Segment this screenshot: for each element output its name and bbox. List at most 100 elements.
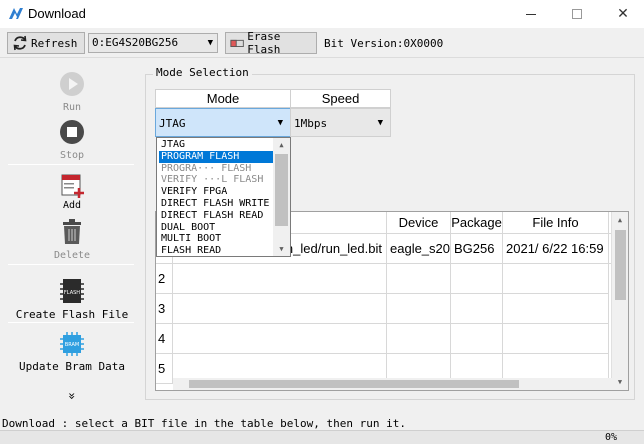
add-label: Add [62,200,82,211]
title-bar: Download ✕ [0,0,644,28]
left-action-panel: Run Stop Add Delete FLASH Create Flash F… [0,59,144,409]
delete-label: Delete [53,250,91,261]
delete-button[interactable]: Delete [0,219,144,261]
stop-icon [60,120,84,144]
trash-icon [63,219,81,244]
table-empty-cell[interactable] [173,294,387,324]
dropdown-option[interactable]: DUAL BOOT [159,222,274,234]
bram-chip-icon: BRAM [60,332,84,356]
table-row-package-cell[interactable]: BG256 [451,234,503,264]
mode-speed-table: Mode Speed JTAG ▼ 1Mbps ▼ [155,89,391,137]
chevron-down-icon: ▼ [277,118,283,128]
chevron-down-icon: ▼ [207,38,213,48]
table-empty-cell[interactable] [503,264,609,294]
update-bram-data-button[interactable]: BRAM Update Bram Data [0,331,144,373]
table-empty-cell[interactable] [503,324,609,354]
add-file-icon [61,174,84,198]
scroll-down-icon[interactable]: ▼ [612,374,628,390]
minimize-icon [526,13,536,15]
chevron-down-icon: ▼ [377,118,383,128]
dropdown-option[interactable]: PROGRAM FLASH [159,150,274,163]
erase-flash-label: Erase Flash [247,30,281,56]
dropdown-option[interactable]: VERIFY FPGA [159,186,274,198]
mode-column-header: Mode [155,89,291,108]
table-empty-cell[interactable] [173,264,387,294]
flash-chip-icon: FLASH [60,279,84,303]
play-icon [60,72,84,96]
device-select-value: 0:EG4S20BG256 [92,36,179,49]
table-empty-cell[interactable] [387,264,451,294]
divider [8,164,134,165]
table-empty-cell[interactable] [387,294,451,324]
update-bram-data-label: Update Bram Data [19,360,125,373]
add-button[interactable]: Add [0,171,144,211]
toolbar: Refresh 0:EG4S20BG256 ▼ Erase Flash Bit … [0,28,644,58]
run-button[interactable]: Run [0,71,144,113]
stop-label: Stop [59,150,85,161]
close-icon: ✕ [617,6,629,22]
divider [8,322,134,323]
create-flash-file-label: Create Flash File [15,308,129,321]
refresh-label: Refresh [31,36,78,50]
row-number: 4 [156,324,173,354]
table-empty-cell[interactable] [451,264,503,294]
status-message: Download : select a BIT file in the tabl… [2,417,406,430]
close-button[interactable]: ✕ [600,0,644,28]
maximize-button[interactable] [554,0,600,28]
row-number: 3 [156,294,173,324]
table-row-info-cell[interactable]: 2021/ 6/22 16:59 [503,234,609,264]
table-horizontal-scrollbar[interactable] [173,378,613,390]
scroll-up-icon[interactable]: ▲ [273,138,290,152]
run-label: Run [62,102,82,113]
package-column-header[interactable]: Package [451,212,503,234]
dropdown-option[interactable]: PROGRA··· FLASH [159,163,274,175]
scrollbar-thumb[interactable] [189,380,519,388]
minimize-button[interactable] [508,0,554,28]
dropdown-option[interactable]: DIRECT FLASH READ [159,210,274,222]
table-vertical-scrollbar[interactable]: ▲ ▼ [611,212,628,390]
refresh-button[interactable]: Refresh [7,32,85,54]
divider [8,264,134,265]
window-title: Download [28,6,86,21]
scroll-down-icon[interactable]: ▼ [273,242,290,256]
speed-column-header: Speed [290,89,391,108]
progress-bar: 0% [0,430,644,444]
table-empty-cell[interactable] [451,294,503,324]
row-number: 2 [156,264,173,294]
expand-more-icon[interactable]: » [65,390,79,402]
progress-label: 0% [605,432,618,443]
bram-chip-text: BRAM [65,342,79,348]
table-row-device-cell[interactable]: eagle_s20 [387,234,451,264]
scroll-up-icon[interactable]: ▲ [612,212,628,228]
bit-version-text: Bit Version:0X0000 [324,37,444,50]
erase-flash-button[interactable]: Erase Flash [225,30,317,56]
dropdown-option[interactable]: FLASH READ [159,245,274,256]
dropdown-option[interactable]: JTAG [159,139,274,151]
stop-button[interactable]: Stop [0,119,144,161]
mode-dropdown-list[interactable]: JTAG PROGRAM FLASH PROGRA··· FLASH VERIFY ·… [156,137,291,257]
table-empty-cell[interactable] [173,324,387,354]
refresh-icon [13,35,27,51]
speed-combobox-value: 1Mbps [294,117,328,130]
device-select[interactable]: 0:EG4S20BG256 ▼ [88,33,218,53]
speed-combobox[interactable]: 1Mbps ▼ [290,108,391,137]
dropdown-option[interactable]: MULTI BOOT [159,233,274,245]
mode-combobox[interactable]: JTAG ▼ [155,108,291,137]
flash-chip-text: FLASH [64,290,80,296]
eraser-icon [230,39,244,47]
dropdown-option[interactable]: DIRECT FLASH WRITE [159,198,274,210]
scrollbar-thumb[interactable] [615,230,626,300]
device-column-header[interactable]: Device [387,212,451,234]
create-flash-file-button[interactable]: FLASH Create Flash File [0,277,144,321]
scrollbar-thumb[interactable] [275,154,288,226]
table-empty-cell[interactable] [451,324,503,354]
table-empty-cell[interactable] [387,324,451,354]
dropdown-scrollbar[interactable]: ▲ ▼ [273,138,290,256]
app-logo-icon [9,8,23,19]
row-number: 5 [156,354,173,384]
file-info-column-header[interactable]: File Info [503,212,609,234]
maximize-icon [572,9,582,19]
dropdown-option[interactable]: VERIFY ···L FLASH [159,174,274,186]
table-empty-cell[interactable] [503,294,609,324]
mode-combobox-value: JTAG [159,117,186,130]
